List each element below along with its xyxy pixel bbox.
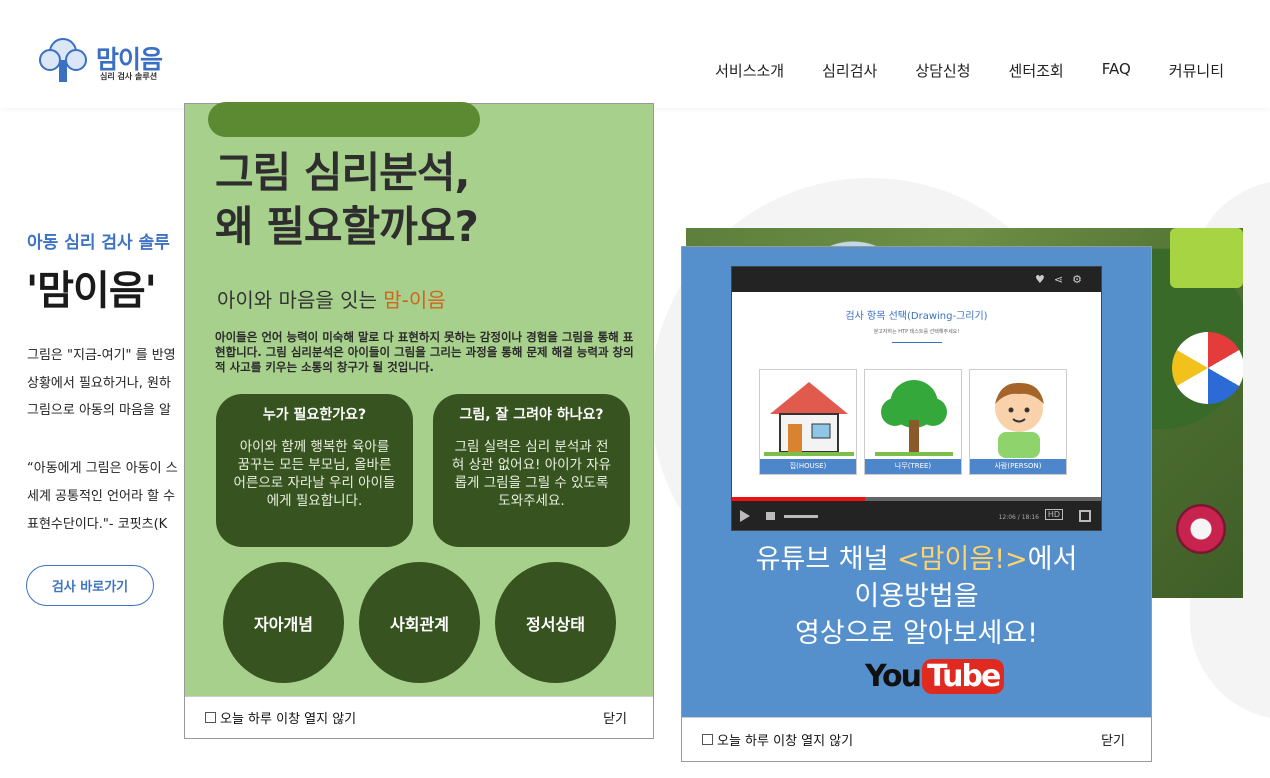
share-icon[interactable]: ⋖ <box>1054 273 1072 286</box>
popup-youtube: ♥⋖⚙ 검사 항목 선택(Drawing-그리기) 분고자하는 HTP 테스트를… <box>681 246 1152 762</box>
video-screen-title: 검사 항목 선택(Drawing-그리기) <box>845 311 988 322</box>
info-card-body: 그림 실력은 심리 분석과 전혀 상관 없어요! 아이가 자유롭게 그림을 그릴… <box>451 439 612 509</box>
hero-text-line: 그림으로 아동의 마음을 알 <box>27 403 171 418</box>
topic-circle-self-concept: 자아개념 <box>223 562 344 683</box>
video-progress-fill <box>732 497 865 501</box>
tree-card: 나무(TREE) <box>864 369 962 475</box>
close-button[interactable]: 닫기 <box>1101 730 1125 749</box>
fullscreen-icon[interactable] <box>1079 510 1091 522</box>
person-card: 사람(PERSON) <box>969 369 1067 475</box>
checkbox-label: 오늘 하루 이창 열지 않기 <box>220 712 357 727</box>
page: 맘이음 심리 검사 솔루션 서비스소개 심리검사 상담신청 센터조회 FAQ 커… <box>0 0 1270 778</box>
info-card-title: 누가 필요한가요? <box>262 407 367 423</box>
popup-footer: 오늘 하루 이창 열지 않기 닫기 <box>185 696 653 738</box>
soccer-ball-image <box>1172 332 1243 404</box>
popup-subtitle-text: 아이와 마음을 잇는 <box>217 288 384 312</box>
popup-subtitle-brand: 맘-이음 <box>383 288 446 312</box>
promo-line-2: 이용방법을 <box>854 581 979 612</box>
logo[interactable]: 맘이음 심리 검사 솔루션 <box>36 34 176 90</box>
dont-show-today-checkbox[interactable]: 오늘 하루 이창 열지 않기 <box>205 708 356 727</box>
main-nav: 서비스소개 심리검사 상담신청 센터조회 FAQ 커뮤니티 <box>715 60 1224 81</box>
toy-image <box>1176 504 1226 554</box>
promo-line-3: 영상으로 알아보세요! <box>795 618 1038 649</box>
hero-quote-line: 표현수단이다."- 코핏츠(K <box>27 517 168 532</box>
tree-logo-icon <box>39 38 87 82</box>
checkbox-box[interactable] <box>702 734 713 745</box>
nav-item-service[interactable]: 서비스소개 <box>715 60 784 81</box>
youtube-logo-tube: Tube <box>921 659 1005 694</box>
nav-item-center[interactable]: 센터조회 <box>1009 60 1064 81</box>
popup-description: 아이들은 언어 능력이 미숙해 말로 다 표현하지 못하는 감정이나 경험을 그… <box>215 330 634 374</box>
heart-icon[interactable]: ♥ <box>1035 273 1054 286</box>
checkbox-box[interactable] <box>205 712 216 723</box>
play-icon[interactable] <box>740 510 750 522</box>
info-card-body: 아이와 함께 행복한 육아를 꿈꾸는 모든 부모님, 올바른 어른으로 자라날 … <box>233 439 396 509</box>
video-top-bar: ♥⋖⚙ <box>732 267 1101 292</box>
info-card-who: 누가 필요한가요? 아이와 함께 행복한 육아를 꿈꾸는 모든 부모님, 올바른… <box>216 394 413 547</box>
info-card-title: 그림, 잘 그려야 하나요? <box>459 407 604 423</box>
hero-text-line: 상황에서 필요하거나, 원하 <box>27 376 171 391</box>
nav-item-counsel[interactable]: 상담신청 <box>915 60 970 81</box>
nav-item-test[interactable]: 심리검사 <box>822 60 877 81</box>
hero-quote-line: “아동에게 그림은 아동이 스 <box>27 461 178 476</box>
promo-line-1: 유튜브 채널 <맘이음!>에서 <box>682 541 1151 578</box>
logo-tagline: 심리 검사 솔루션 <box>100 72 158 81</box>
site-header: 맘이음 심리 검사 솔루션 서비스소개 심리검사 상담신청 센터조회 FAQ 커… <box>0 0 1270 108</box>
popup-subtitle: 아이와 마음을 잇는 맘-이음 <box>217 284 446 313</box>
person-icon <box>995 382 1044 458</box>
volume-slider[interactable] <box>784 515 818 518</box>
video-time: 12:06 / 18:16 <box>998 514 1039 521</box>
info-card-skill: 그림, 잘 그려야 하나요? 그림 실력은 심리 분석과 전혀 상관 없어요! … <box>433 394 630 547</box>
hero-quote-line: 세계 공통적인 언어라 할 수 <box>27 489 176 504</box>
dont-show-today-checkbox[interactable]: 오늘 하루 이창 열지 않기 <box>702 730 853 749</box>
video-progress-bar[interactable] <box>732 497 1101 501</box>
popup-drawing-analysis: 그림 심리분석, 왜 필요할까요? 아이와 마음을 잇는 맘-이음 아이들은 언… <box>184 102 654 739</box>
toy-blocks-image <box>1170 228 1243 288</box>
promo-line-1-suffix: 에서 <box>1027 544 1078 575</box>
promo-channel-name: <맘이음!> <box>897 544 1028 575</box>
hero-text-line: 그림은 "지금-여기" 를 반영 <box>27 348 176 363</box>
popup-top-pill <box>208 102 480 137</box>
close-button[interactable]: 닫기 <box>603 708 627 727</box>
tree-label: 나무(TREE) <box>865 459 961 474</box>
video-player[interactable]: ♥⋖⚙ 검사 항목 선택(Drawing-그리기) 분고자하는 HTP 테스트를… <box>731 266 1102 531</box>
youtube-promo-text: 유튜브 채널 <맘이음!>에서 이용방법을 영상으로 알아보세요! <box>682 541 1151 652</box>
video-screen-subtitle: 분고자하는 HTP 테스트를 선택해주세요! <box>873 329 960 335</box>
nav-item-community[interactable]: 커뮤니티 <box>1169 60 1224 81</box>
youtube-logo[interactable]: You Tube <box>865 659 1005 694</box>
topic-circle-emotion: 정서상태 <box>495 562 616 683</box>
promo-line-1-prefix: 유튜브 채널 <box>755 544 898 575</box>
house-card: 집(HOUSE) <box>759 369 857 475</box>
youtube-logo-you: You <box>865 659 922 694</box>
volume-icon[interactable] <box>766 512 775 520</box>
house-icon <box>764 382 854 456</box>
go-to-test-button[interactable]: 검사 바로가기 <box>26 565 154 606</box>
video-controls: 12:06 / 18:16 HD <box>732 497 1101 530</box>
divider <box>892 342 942 343</box>
person-label: 사람(PERSON) <box>970 459 1066 474</box>
tree-icon <box>875 380 953 456</box>
topic-circle-social: 사회관계 <box>359 562 480 683</box>
popup-title: 그림 심리분석, 왜 필요할까요? <box>215 148 479 251</box>
hd-badge[interactable]: HD <box>1044 509 1063 520</box>
house-label: 집(HOUSE) <box>760 459 856 474</box>
hero-subtitle: 아동 심리 검사 솔루 <box>27 233 170 253</box>
checkbox-label: 오늘 하루 이창 열지 않기 <box>717 734 854 749</box>
hero-title: '맘이음' <box>26 268 157 314</box>
gear-icon[interactable]: ⚙ <box>1072 273 1091 286</box>
popup-footer: 오늘 하루 이창 열지 않기 닫기 <box>682 717 1151 761</box>
nav-item-faq[interactable]: FAQ <box>1102 60 1131 81</box>
